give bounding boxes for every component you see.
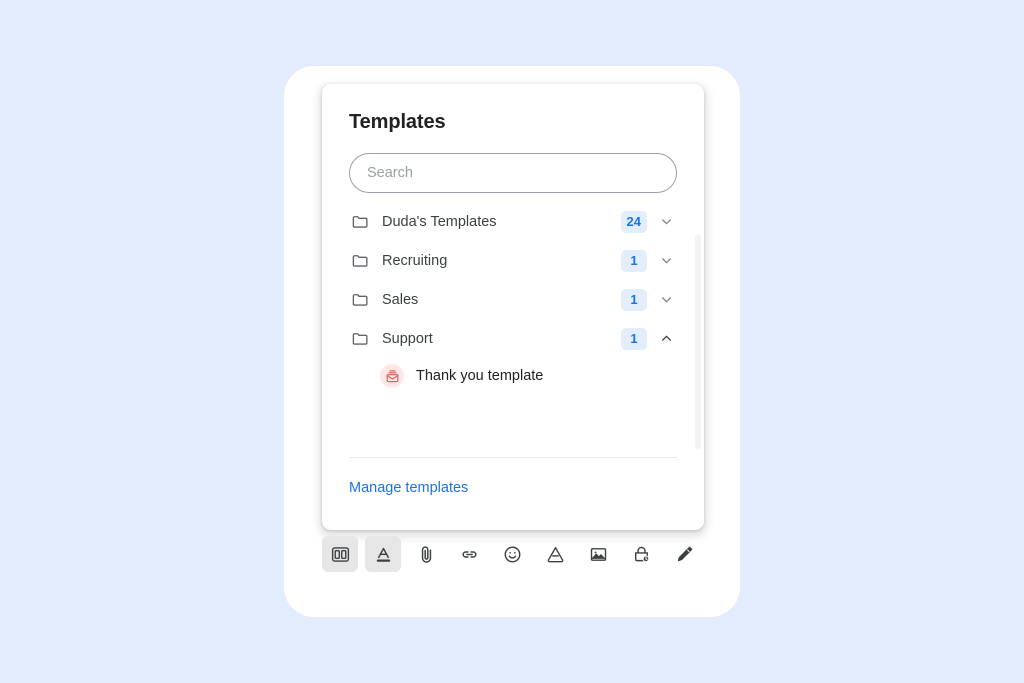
folder-name: Sales: [382, 291, 419, 308]
image-icon: [588, 544, 609, 565]
search-input[interactable]: [349, 153, 677, 193]
insert-drive-button[interactable]: [537, 536, 573, 572]
link-icon: [459, 544, 480, 565]
folder-row-support[interactable]: Support 1: [349, 319, 677, 358]
templates-popup: Templates Duda's Templates 24: [322, 84, 704, 530]
chevron-up-icon[interactable]: [655, 328, 677, 350]
search-container: [349, 153, 677, 193]
manage-templates-link[interactable]: Manage templates: [349, 479, 468, 497]
folder-count-badge: 1: [621, 249, 647, 272]
attach-files-button[interactable]: [408, 536, 444, 572]
insert-emoji-button[interactable]: [494, 536, 530, 572]
folder-row-sales[interactable]: Sales 1: [349, 280, 677, 319]
lock-clock-icon: [631, 544, 652, 565]
pen-icon: [674, 544, 695, 565]
insert-signature-button[interactable]: [666, 536, 702, 572]
google-drive-icon: [545, 544, 566, 565]
folder-name: Duda's Templates: [382, 213, 497, 230]
template-item-thank-you-template[interactable]: Thank you template: [349, 358, 677, 388]
folder-count-badge: 24: [620, 210, 647, 233]
confidential-mode-button[interactable]: [623, 536, 659, 572]
folder-row-dudas-templates[interactable]: Duda's Templates 24: [349, 202, 677, 241]
chevron-down-icon[interactable]: [655, 250, 677, 272]
folder-icon: [349, 211, 371, 233]
mail-template-icon: [380, 364, 404, 388]
templates-button[interactable]: [322, 536, 358, 572]
chevron-down-icon[interactable]: [655, 289, 677, 311]
popup-scrollbar-thumb[interactable]: [695, 234, 701, 449]
folder-icon: [349, 250, 371, 272]
insert-photo-button[interactable]: [580, 536, 616, 572]
chevron-down-icon[interactable]: [655, 211, 677, 233]
folder-row-recruiting[interactable]: Recruiting 1: [349, 241, 677, 280]
popup-footer: Manage templates: [349, 457, 677, 530]
folder-count-badge: 1: [621, 327, 647, 350]
folder-name: Recruiting: [382, 252, 448, 269]
insert-link-button[interactable]: [451, 536, 487, 572]
folder-icon: [349, 328, 371, 350]
templates-icon: [330, 544, 351, 565]
compose-toolbar: [322, 536, 702, 572]
folder-name: Support: [382, 330, 433, 347]
folder-icon: [349, 289, 371, 311]
format-text-icon: [373, 544, 394, 565]
folder-list-scroll-area[interactable]: Duda's Templates 24 Recruiting 1 Sales 1…: [349, 202, 677, 388]
template-name: Thank you template: [416, 368, 544, 384]
screenshot-root: Templates Duda's Templates 24: [0, 0, 1024, 683]
page-title: Templates: [349, 111, 446, 133]
emoji-icon: [502, 544, 523, 565]
folder-list: Duda's Templates 24 Recruiting 1 Sales 1…: [349, 202, 677, 388]
formatting-options-button[interactable]: [365, 536, 401, 572]
paperclip-icon: [416, 544, 437, 565]
folder-count-badge: 1: [621, 288, 647, 311]
